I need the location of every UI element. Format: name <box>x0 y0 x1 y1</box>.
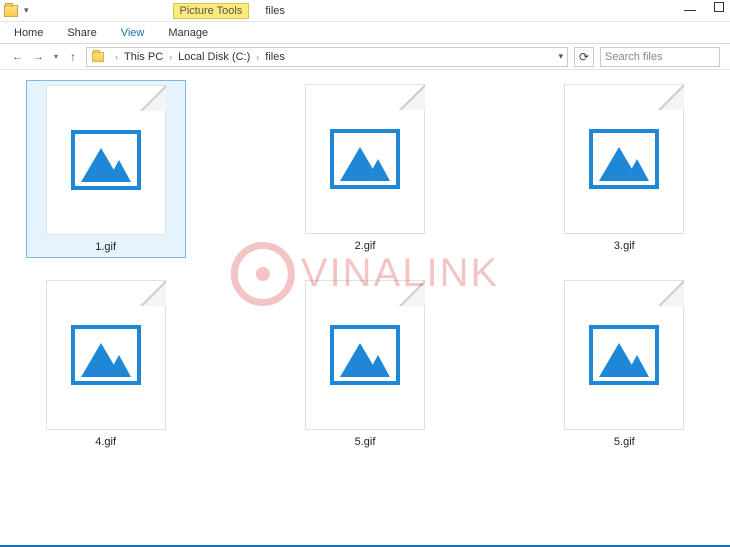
address-bar-row: ← → ▾ ↑ › This PC › Local Disk (C:) › fi… <box>0 44 730 70</box>
title-bar: ▾ Picture Tools files <box>0 0 730 22</box>
folder-icon <box>4 5 18 17</box>
breadcrumb-segment[interactable]: This PC <box>124 51 163 63</box>
image-icon <box>589 129 659 189</box>
file-thumbnail <box>46 85 166 235</box>
refresh-button[interactable]: ⟳ <box>574 47 594 67</box>
file-name-label: 4.gif <box>95 436 116 448</box>
ribbon-tab-view[interactable]: View <box>121 27 145 39</box>
file-thumbnail <box>564 84 684 234</box>
recent-dropdown-icon[interactable]: ▾ <box>52 52 60 61</box>
minimize-button[interactable] <box>684 10 696 11</box>
contextual-tab-label[interactable]: Picture Tools <box>173 3 250 19</box>
up-button[interactable]: ↑ <box>66 50 80 64</box>
file-name-label: 5.gif <box>614 436 635 448</box>
file-thumbnail <box>305 84 425 234</box>
image-icon <box>330 325 400 385</box>
search-input[interactable]: Search files <box>600 47 720 67</box>
file-name-label: 1.gif <box>95 241 116 253</box>
address-bar[interactable]: › This PC › Local Disk (C:) › files ▾ <box>86 47 568 67</box>
ribbon-tabs: Home Share View Manage <box>0 22 730 44</box>
image-icon <box>589 325 659 385</box>
ribbon-tab-share[interactable]: Share <box>67 27 96 39</box>
image-icon <box>71 325 141 385</box>
file-item[interactable]: 5.gif <box>285 276 445 452</box>
file-item[interactable]: 4.gif <box>26 276 186 452</box>
file-name-label: 5.gif <box>355 436 376 448</box>
image-icon <box>71 130 141 190</box>
file-item[interactable]: 2.gif <box>285 80 445 258</box>
folder-icon <box>92 51 104 61</box>
file-thumbnail <box>564 280 684 430</box>
window-title: files <box>265 5 285 17</box>
file-grid: 1.gif 2.gif 3.gif 4.gif 5.gif 5.gif <box>0 70 730 462</box>
file-thumbnail <box>46 280 166 430</box>
chevron-right-icon[interactable]: › <box>256 52 259 62</box>
file-name-label: 3.gif <box>614 240 635 252</box>
breadcrumb-segment[interactable]: Local Disk (C:) <box>178 51 250 63</box>
breadcrumb-segment[interactable]: files <box>265 51 285 63</box>
ribbon-tab-home[interactable]: Home <box>14 27 43 39</box>
ribbon-tab-manage[interactable]: Manage <box>168 27 208 39</box>
address-dropdown-icon[interactable]: ▾ <box>558 51 563 62</box>
back-button[interactable]: ← <box>10 51 25 63</box>
file-name-label: 2.gif <box>355 240 376 252</box>
chevron-right-icon[interactable]: › <box>169 52 172 62</box>
image-icon <box>330 129 400 189</box>
file-item[interactable]: 3.gif <box>544 80 704 258</box>
file-thumbnail <box>305 280 425 430</box>
forward-button[interactable]: → <box>31 51 46 63</box>
chevron-right-icon[interactable]: › <box>115 52 118 62</box>
qat-dropdown-icon[interactable]: ▾ <box>24 5 29 16</box>
file-item[interactable]: 1.gif <box>26 80 186 258</box>
maximize-button[interactable] <box>714 2 724 12</box>
file-item[interactable]: 5.gif <box>544 276 704 452</box>
